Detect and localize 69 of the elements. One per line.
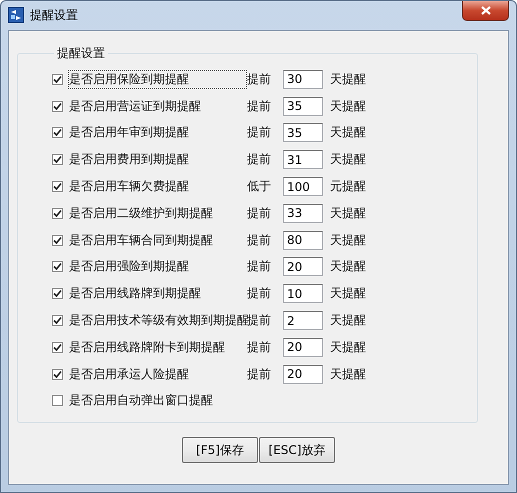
prefix-label: 提前 [247,98,272,115]
prefix-label: 提前 [247,204,272,222]
dialog-button[interactable]: [F5]保存 [182,437,258,464]
value-field[interactable]: 30 [283,70,323,89]
checkbox[interactable] [52,154,63,166]
value-field[interactable]: 100 [283,177,323,196]
checkbox-label[interactable]: 是否启用自动弹出窗口提醒 [68,391,247,410]
checkbox-label[interactable]: 是否启用线路牌附卡到期提醒 [68,338,247,357]
checkbox-label[interactable]: 是否启用线路牌到期提醒 [68,284,247,304]
checkbox[interactable] [52,261,63,272]
value-field[interactable]: 33 [283,204,323,223]
prefix-label: 低于 [247,178,272,196]
checkbox-label[interactable]: 是否启用营运证到期提醒 [68,96,247,116]
checkbox-label[interactable]: 是否启用保险到期提醒 [68,70,247,89]
checkbox[interactable] [52,342,63,353]
value-field[interactable]: 20 [283,338,323,357]
close-icon [480,6,490,15]
prefix-label: 提前 [247,258,272,276]
value-field[interactable]: 80 [283,230,323,250]
prefix-label: 提前 [247,70,272,88]
suffix-label: 天提醒 [330,124,366,142]
value-field[interactable]: 20 [283,364,323,384]
checkbox-label[interactable]: 是否启用年审到期提醒 [68,123,247,142]
prefix-label: 提前 [247,366,272,383]
checkbox-label[interactable]: 是否启用技术等级有效期到期提醒 [68,311,247,330]
prefix-label: 提前 [247,285,272,302]
checkbox[interactable] [52,127,63,138]
suffix-label: 天提醒 [330,338,366,356]
suffix-label: 天提醒 [330,232,366,249]
checkbox[interactable] [52,100,63,112]
app-icon [8,7,24,23]
dialog-button[interactable]: [ESC]放弃 [259,437,335,464]
value-field[interactable]: 10 [283,284,323,304]
prefix-label: 提前 [247,232,272,249]
suffix-label: 天提醒 [330,312,366,330]
checkbox[interactable] [52,368,63,380]
suffix-label: 元提醒 [330,178,366,196]
close-button[interactable] [462,1,509,21]
value-field[interactable]: 31 [283,150,323,170]
value-field[interactable]: 35 [283,123,323,142]
checkbox[interactable] [52,74,63,85]
suffix-label: 天提醒 [330,98,366,115]
suffix-label: 天提醒 [330,204,366,222]
checkbox[interactable] [52,288,63,300]
prefix-label: 提前 [247,338,272,356]
checkbox[interactable] [52,208,63,219]
suffix-label: 天提醒 [330,366,366,383]
checkbox-label[interactable]: 是否启用车辆欠费提醒 [68,177,247,196]
value-field[interactable]: 2 [283,311,323,330]
prefix-label: 提前 [247,124,272,142]
checkbox[interactable] [52,315,63,326]
checkbox[interactable] [52,181,63,192]
value-field[interactable]: 20 [283,257,323,276]
suffix-label: 天提醒 [330,285,366,302]
suffix-label: 天提醒 [330,258,366,276]
suffix-label: 天提醒 [330,70,366,88]
checkbox-label[interactable]: 是否启用二级维护到期提醒 [68,204,247,223]
checkbox[interactable] [52,234,63,246]
checkbox-label[interactable]: 是否启用承运人险提醒 [68,364,247,384]
prefix-label: 提前 [247,312,272,330]
window-title: 提醒设置 [30,7,78,24]
prefix-label: 提前 [247,151,272,168]
checkbox-label[interactable]: 是否启用强险到期提醒 [68,257,247,276]
value-field[interactable]: 35 [283,96,323,116]
checkbox-label[interactable]: 是否启用费用到期提醒 [68,150,247,170]
suffix-label: 天提醒 [330,151,366,168]
group-title: 提醒设置 [56,45,106,62]
checkbox-label[interactable]: 是否启用车辆合同到期提醒 [68,230,247,250]
checkbox[interactable] [52,395,63,406]
